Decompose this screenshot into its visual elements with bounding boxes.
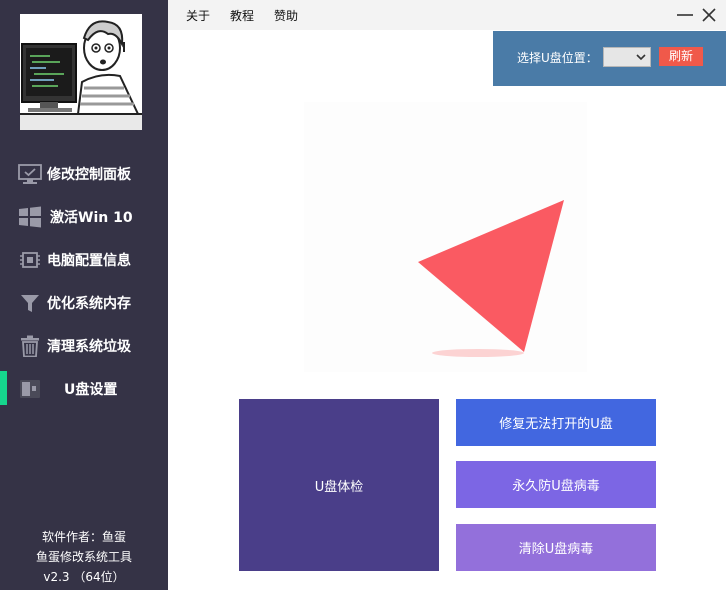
menu-tutorial[interactable]: 教程: [230, 7, 254, 24]
usb-location-panel: 选择U盘位置： 刷新: [493, 31, 726, 86]
cpu-chip-icon: [20, 252, 40, 268]
illustration: [304, 102, 587, 372]
repair-usb-button[interactable]: 修复无法打开的U盘: [456, 399, 656, 446]
windows-logo-icon: [19, 206, 41, 228]
sidebar-item-clean-junk[interactable]: 清理系统垃圾: [0, 327, 168, 363]
sidebar-item-optimize-memory[interactable]: 优化系统内存: [0, 284, 168, 320]
developer-illustration: [20, 20, 142, 130]
sidebar-item-usb-settings[interactable]: U盘设置: [0, 370, 168, 406]
avatar: [20, 14, 142, 130]
author-text: 软件作者：鱼蛋: [41, 530, 126, 544]
sidebar: 修改控制面板 激活Win 10 电脑配置信息 优化系统内存 清理系统垃圾 U盘设…: [0, 0, 168, 590]
trash-icon: [21, 335, 39, 357]
sidebar-footer: 软件作者：鱼蛋 鱼蛋修改系统工具 v2.3 （64位）: [0, 527, 168, 587]
usb-location-select[interactable]: [603, 47, 651, 67]
usb-drive-icon: [20, 380, 40, 398]
close-icon[interactable]: [700, 6, 718, 24]
clean-usb-virus-button[interactable]: 清除U盘病毒: [456, 524, 656, 571]
menu-sponsor[interactable]: 赞助: [274, 7, 298, 24]
paper-plane-illustration: [418, 200, 564, 357]
refresh-button[interactable]: 刷新: [659, 47, 703, 66]
menu-about[interactable]: 关于: [186, 7, 210, 24]
sidebar-item-label: 激活Win 10: [50, 210, 133, 226]
menubar: 关于 教程 赞助: [168, 0, 726, 30]
monitor-check-icon: [18, 164, 42, 184]
version-text: v2.3 （64位）: [43, 570, 125, 584]
sidebar-item-label: 清理系统垃圾: [47, 339, 131, 355]
sidebar-item-activate-win10[interactable]: 激活Win 10: [0, 198, 168, 234]
sidebar-item-label: 修改控制面板: [47, 167, 131, 183]
usb-check-button[interactable]: U盘体检: [239, 399, 439, 571]
sidebar-item-label: 电脑配置信息: [47, 253, 131, 269]
sidebar-item-pc-info[interactable]: 电脑配置信息: [0, 241, 168, 277]
active-indicator: [0, 371, 7, 405]
sidebar-item-label: 优化系统内存: [47, 296, 131, 312]
funnel-icon: [21, 295, 39, 312]
minimize-icon[interactable]: [676, 6, 694, 24]
sidebar-item-label: U盘设置: [64, 382, 118, 398]
usb-location-label: 选择U盘位置：: [517, 51, 598, 65]
protect-usb-button[interactable]: 永久防U盘病毒: [456, 461, 656, 508]
sidebar-item-control-panel[interactable]: 修改控制面板: [0, 155, 168, 191]
chevron-down-icon: [636, 54, 646, 61]
app-name-text: 鱼蛋修改系统工具: [35, 550, 132, 564]
